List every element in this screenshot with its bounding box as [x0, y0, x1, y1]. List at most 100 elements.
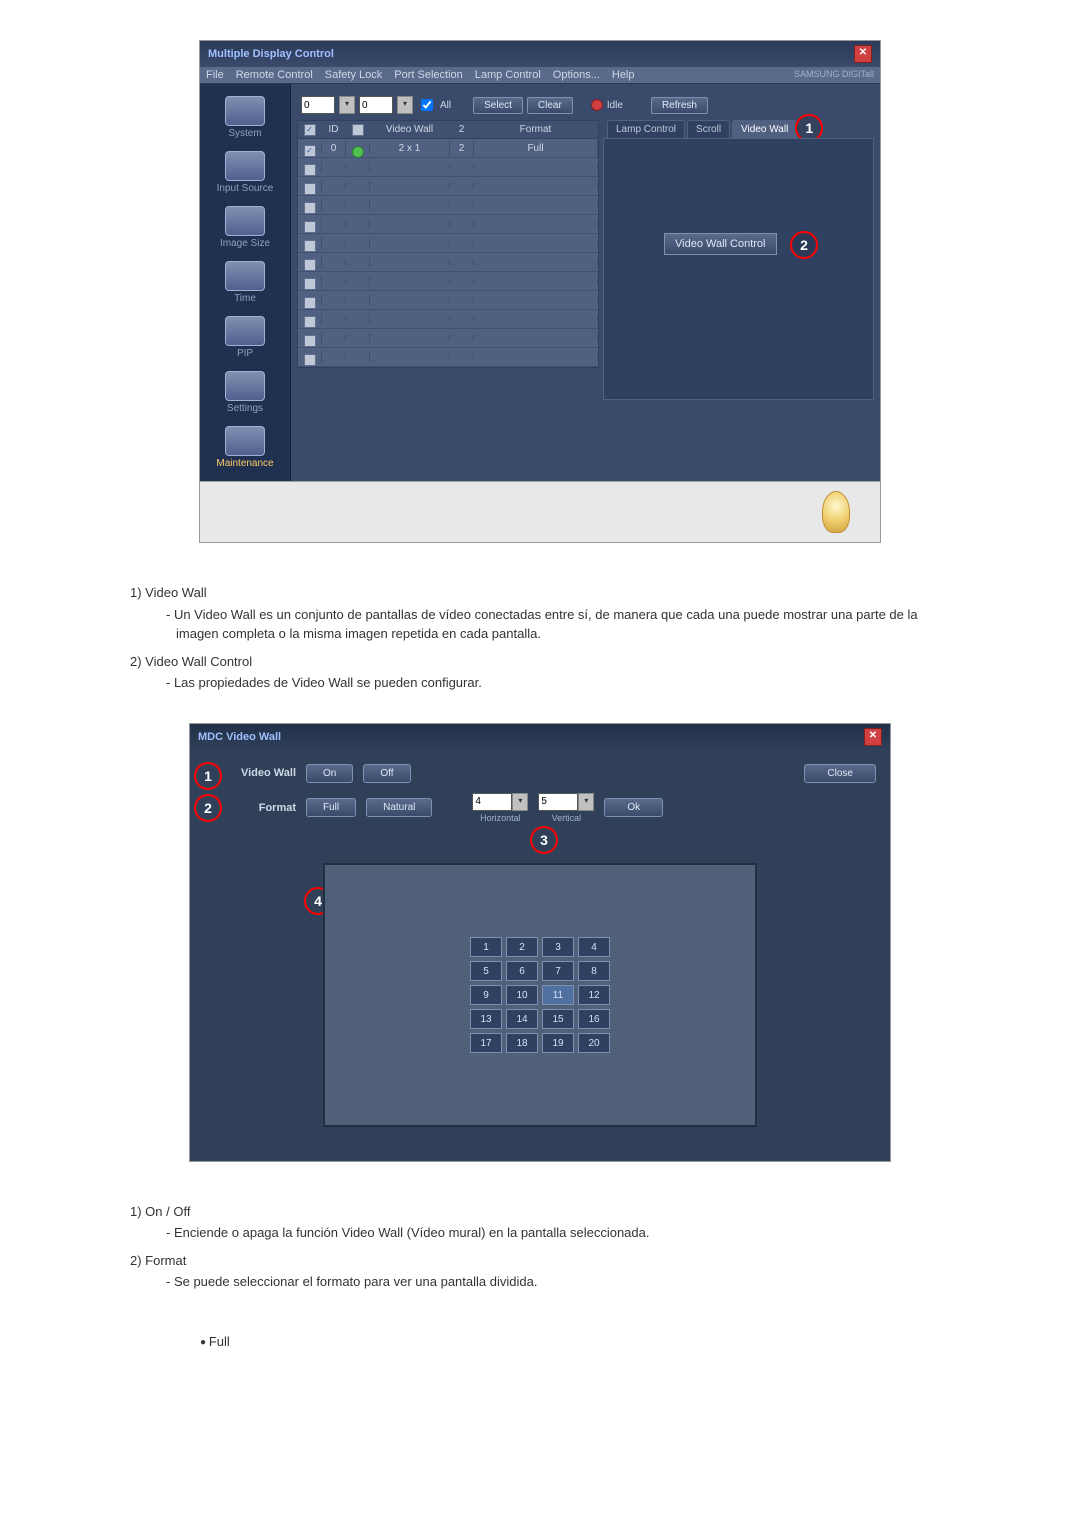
dropdown-arrow-icon[interactable]: ▾ [578, 793, 594, 811]
tile-14[interactable]: 14 [506, 1009, 538, 1029]
sidebar-item-settings[interactable]: Settings [200, 365, 290, 420]
table-row[interactable] [298, 177, 598, 196]
dropdown-arrow-icon[interactable]: ▾ [512, 793, 528, 811]
table-row[interactable]: ✓02 x 12Full [298, 139, 598, 158]
system-icon [225, 96, 265, 126]
table-row[interactable] [298, 272, 598, 291]
mdc-video-wall-dialog: MDC Video Wall ✕ 1 2 3 Video Wall On Off… [189, 723, 891, 1162]
check-all[interactable]: ✓ [304, 124, 316, 136]
dialog-titlebar: MDC Video Wall ✕ [190, 724, 890, 750]
menu-port-selection[interactable]: Port Selection [394, 69, 462, 81]
table-row[interactable] [298, 234, 598, 253]
full-button[interactable]: Full [306, 798, 356, 817]
row-videowall [370, 354, 450, 360]
tile-4[interactable]: 4 [578, 937, 610, 957]
close-button[interactable]: Close [804, 764, 876, 783]
tile-7[interactable]: 7 [542, 961, 574, 981]
tile-5[interactable]: 5 [470, 961, 502, 981]
tile-12[interactable]: 12 [578, 985, 610, 1005]
menu-safety-lock[interactable]: Safety Lock [325, 69, 382, 81]
row-check[interactable] [304, 278, 316, 290]
row-two [450, 164, 474, 170]
close-icon[interactable]: ✕ [864, 728, 882, 746]
spinner-2[interactable] [359, 96, 393, 114]
row-check[interactable] [304, 240, 316, 252]
sidebar-item-image-size[interactable]: Image Size [200, 200, 290, 255]
tile-11[interactable]: 11 [542, 985, 574, 1005]
dialog-title: MDC Video Wall [198, 731, 281, 743]
clear-button[interactable]: Clear [527, 97, 573, 114]
on-button[interactable]: On [306, 764, 353, 783]
table-row[interactable] [298, 329, 598, 348]
sidebar-item-maintenance[interactable]: Maintenance [200, 420, 290, 475]
tab-lamp-control[interactable]: Lamp Control [607, 120, 685, 138]
table-row[interactable] [298, 348, 598, 367]
menu-lamp-control[interactable]: Lamp Control [475, 69, 541, 81]
menu-file[interactable]: File [206, 69, 224, 81]
refresh-button[interactable]: Refresh [651, 97, 708, 114]
row-check[interactable] [304, 183, 316, 195]
sidebar-label-time: Time [234, 293, 256, 304]
video-wall-control-button[interactable]: Video Wall Control [664, 233, 777, 255]
close-icon[interactable]: ✕ [854, 45, 872, 63]
row-id [322, 278, 346, 284]
horizontal-input[interactable] [472, 793, 512, 811]
tab-scroll[interactable]: Scroll [687, 120, 730, 138]
tile-6[interactable]: 6 [506, 961, 538, 981]
row-two [450, 240, 474, 246]
select-button[interactable]: Select [473, 97, 523, 114]
ok-button[interactable]: Ok [604, 798, 663, 817]
row-format [474, 335, 598, 341]
natural-button[interactable]: Natural [366, 798, 432, 817]
tile-16[interactable]: 16 [578, 1009, 610, 1029]
bullet-full: Full [200, 1332, 950, 1352]
row-check[interactable] [304, 259, 316, 271]
table-row[interactable] [298, 215, 598, 234]
row-check[interactable] [304, 316, 316, 328]
tile-19[interactable]: 19 [542, 1033, 574, 1053]
tile-15[interactable]: 15 [542, 1009, 574, 1029]
row-check[interactable] [304, 164, 316, 176]
all-checkbox[interactable] [421, 99, 433, 111]
sidebar: System Input Source Image Size Time PIP … [200, 84, 291, 481]
dropdown-arrow-icon[interactable]: ▾ [339, 96, 355, 114]
row-videowall [370, 297, 450, 303]
table-row[interactable] [298, 291, 598, 310]
tile-9[interactable]: 9 [470, 985, 502, 1005]
sidebar-item-pip[interactable]: PIP [200, 310, 290, 365]
spinner-1[interactable] [301, 96, 335, 114]
dropdown-arrow-icon[interactable]: ▾ [397, 96, 413, 114]
row-check[interactable] [304, 354, 316, 366]
menu-options[interactable]: Options... [553, 69, 600, 81]
sidebar-item-system[interactable]: System [200, 90, 290, 145]
tile-18[interactable]: 18 [506, 1033, 538, 1053]
row-check[interactable] [304, 335, 316, 347]
row-check[interactable] [304, 202, 316, 214]
row-format [474, 297, 598, 303]
menu-help[interactable]: Help [612, 69, 635, 81]
row-check[interactable]: ✓ [304, 145, 316, 157]
table-row[interactable] [298, 158, 598, 177]
tile-13[interactable]: 13 [470, 1009, 502, 1029]
row-check[interactable] [304, 221, 316, 233]
tile-3[interactable]: 3 [542, 937, 574, 957]
sidebar-item-input-source[interactable]: Input Source [200, 145, 290, 200]
tile-1[interactable]: 1 [470, 937, 502, 957]
tile-20[interactable]: 20 [578, 1033, 610, 1053]
table-row[interactable] [298, 196, 598, 215]
tile-10[interactable]: 10 [506, 985, 538, 1005]
sidebar-item-time[interactable]: Time [200, 255, 290, 310]
settings-icon [225, 371, 265, 401]
tab-video-wall[interactable]: Video Wall [732, 120, 797, 138]
table-row[interactable] [298, 253, 598, 272]
tile-8[interactable]: 8 [578, 961, 610, 981]
tile-2[interactable]: 2 [506, 937, 538, 957]
tile-17[interactable]: 17 [470, 1033, 502, 1053]
row-check[interactable] [304, 297, 316, 309]
vertical-input[interactable] [538, 793, 578, 811]
off-button[interactable]: Off [363, 764, 410, 783]
menu-remote-control[interactable]: Remote Control [236, 69, 313, 81]
row-two [450, 183, 474, 189]
table-row[interactable] [298, 310, 598, 329]
row-format [474, 221, 598, 227]
